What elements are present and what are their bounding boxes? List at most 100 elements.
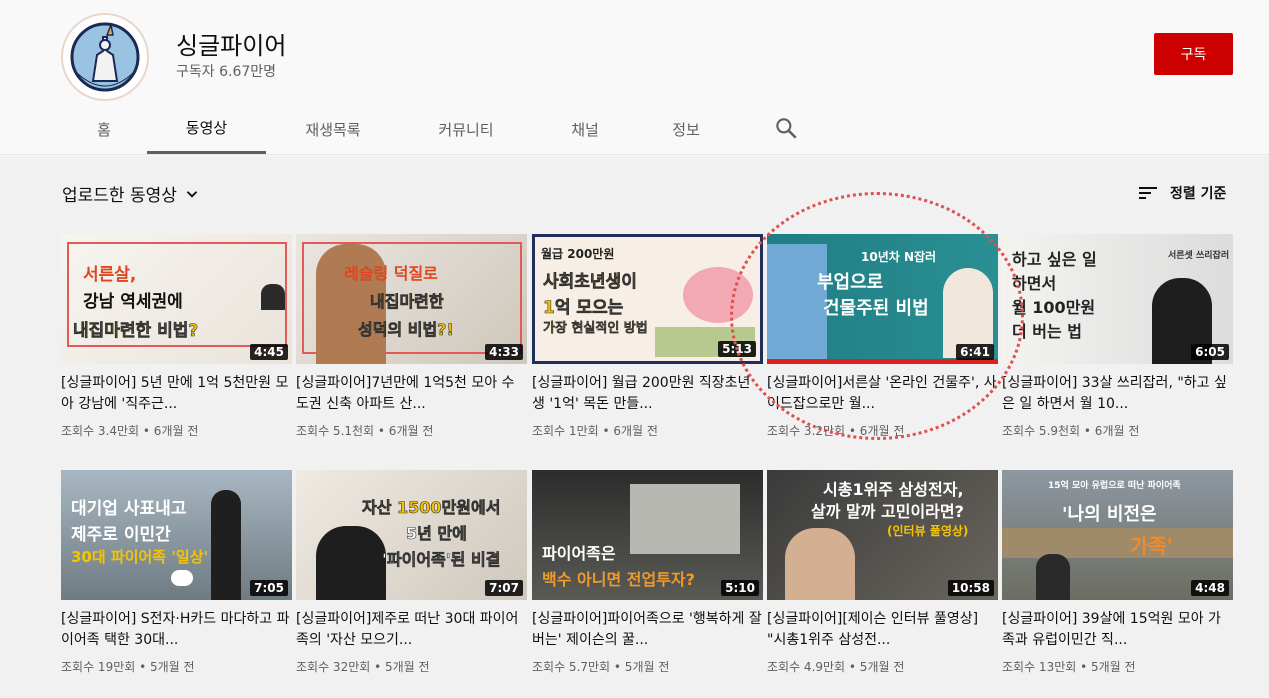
thumbnail-text: 레슬링 덕질로 xyxy=(344,264,438,283)
thumbnail-text: '파이어족'된 비결 xyxy=(382,550,501,570)
video-duration: 7:07 xyxy=(485,580,523,596)
video-thumbnail[interactable]: 15억 모아 유럽으로 떠난 파이어족 '나의 비전은 가족' 4:48 xyxy=(1002,470,1233,600)
video-thumbnail[interactable]: 대기업 사표내고 제주로 이민간 30대 파이어족 '일상' 7:05 xyxy=(61,470,292,600)
section-title: 업로드한 동영상 xyxy=(62,186,177,206)
video-duration: 6:41 xyxy=(956,344,994,360)
thumbnail-text: 내집마련한 xyxy=(370,292,444,312)
thumbnail-text: 15억 모아 유럽으로 떠난 파이어족 xyxy=(1048,481,1181,491)
video-title[interactable]: [싱글파이어]제주로 떠난 30대 파이어족의 '자산 모으기... xyxy=(296,609,527,651)
video-title[interactable]: [싱글파이어] 39살에 15억원 모아 가족과 유럽이민간 직... xyxy=(1002,609,1233,651)
video-title[interactable]: [싱글파이어]파이어족으로 '행복하게 잘 버는' 제이슨의 꿀... xyxy=(532,609,763,651)
search-icon[interactable] xyxy=(773,115,799,141)
video-meta: 조회수 19만회 • 5개월 전 xyxy=(61,660,195,674)
tab-playlists[interactable]: 재생목록 xyxy=(289,104,377,154)
single-fire-logo xyxy=(65,17,145,97)
uploads-dropdown[interactable]: 업로드한 동영상 xyxy=(62,181,201,206)
video-card[interactable]: 대기업 사표내고 제주로 이민간 30대 파이어족 '일상' 7:05 [싱글파… xyxy=(61,470,292,675)
video-title[interactable]: [싱글파이어][제이슨 인터뷰 풀영상] "시총1위주 삼성전... xyxy=(767,609,998,651)
video-title[interactable]: [싱글파이어] 33살 쓰리잡러, "하고 싶은 일 하면서 월 10... xyxy=(1002,373,1233,415)
thumbnail-text: 백수 아니면 전업투자? xyxy=(542,570,695,589)
video-card[interactable]: 월급 200만원 사회초년생이 1억 모으는 가장 현실적인 방법 5:13 [… xyxy=(532,234,763,439)
channel-tabs: 홈 동영상 재생목록 커뮤니티 채널 정보 xyxy=(0,104,1269,154)
video-duration: 5:10 xyxy=(721,580,759,596)
video-title[interactable]: [싱글파이어]서른살 '온라인 건물주', 사이드잡으로만 월... xyxy=(767,373,998,415)
video-thumbnail[interactable]: 시총1위주 삼성전자, 살까 말까 고민이라면? (인터뷰 풀영상) 10:58 xyxy=(767,470,998,600)
video-meta: 조회수 1만회 • 6개월 전 xyxy=(532,424,658,438)
video-card[interactable]: 15억 모아 유럽으로 떠난 파이어족 '나의 비전은 가족' 4:48 [싱글… xyxy=(1002,470,1233,675)
thumbnail-text: 1억 모으는 xyxy=(543,298,624,319)
video-thumbnail[interactable]: 서른살, 강남 역세권에 내집마련한 비법? 4:45 xyxy=(61,234,292,364)
video-meta: 조회수 13만회 • 5개월 전 xyxy=(1002,660,1136,674)
video-thumbnail[interactable]: 월급 200만원 사회초년생이 1억 모으는 가장 현실적인 방법 5:13 xyxy=(532,234,763,364)
channel-avatar[interactable] xyxy=(61,13,149,101)
channel-name: 싱글파이어 xyxy=(176,32,287,60)
video-meta: 조회수 4.9만회 • 5개월 전 xyxy=(767,660,905,674)
video-meta: 조회수 32만회 • 5개월 전 xyxy=(296,660,430,674)
thumbnail-text: 사회초년생이 xyxy=(543,272,637,293)
thumbnail-text: 성덕의 비법?! xyxy=(358,320,454,340)
tab-channels[interactable]: 채널 xyxy=(556,104,614,154)
video-title[interactable]: [싱글파이어] 월급 200만원 직장초년생 '1억' 목돈 만들... xyxy=(532,373,763,415)
video-duration: 6:05 xyxy=(1191,344,1229,360)
thumbnail-text: 서른셋 쓰리잡러 xyxy=(1168,251,1230,261)
video-duration: 7:05 xyxy=(250,580,288,596)
video-card[interactable]: 하고 싶은 일 하면서 월 100만원 더 버는 법 서른셋 쓰리잡러 6:05… xyxy=(1002,234,1233,439)
video-card[interactable]: 레슬링 덕질로 내집마련한 성덕의 비법?! 4:33 [싱글파이어]7년만에 … xyxy=(296,234,527,439)
sort-button[interactable]: 정렬 기준 xyxy=(1136,181,1226,205)
thumbnail-text: (인터뷰 풀영상) xyxy=(887,524,969,538)
video-title[interactable]: [싱글파이어]7년만에 1억5천 모아 수도권 신축 아파트 산... xyxy=(296,373,527,415)
sort-label: 정렬 기준 xyxy=(1170,186,1227,202)
thumbnail-text: 대기업 사표내고 xyxy=(71,499,187,519)
video-card[interactable]: 파이어족은 백수 아니면 전업투자? 5:10 [싱글파이어]파이어족으로 '행… xyxy=(532,470,763,675)
video-duration: 4:33 xyxy=(485,344,523,360)
video-thumbnail[interactable]: 자산 1500만원에서 5년 만에 '파이어족'된 비결 7:07 xyxy=(296,470,527,600)
video-title[interactable]: [싱글파이어] S전자·H카드 마다하고 파이어족 택한 30대... xyxy=(61,609,292,651)
video-duration: 10:58 xyxy=(947,580,994,596)
video-duration: 5:13 xyxy=(718,341,756,357)
thumbnail-text: 가족' xyxy=(1130,534,1173,558)
tab-videos[interactable]: 동영상 xyxy=(147,104,266,154)
video-meta: 조회수 5.1천회 • 6개월 전 xyxy=(296,424,434,438)
video-card[interactable]: 서른살, 강남 역세권에 내집마련한 비법? 4:45 [싱글파이어] 5년 만… xyxy=(61,234,292,439)
thumbnail-text: 5년 만에 xyxy=(406,524,467,544)
thumbnail-text: 하면서 xyxy=(1012,274,1057,293)
thumbnail-text: 30대 파이어족 '일상' xyxy=(71,548,209,566)
thumbnail-text: 시총1위주 삼성전자, xyxy=(823,480,964,499)
video-thumbnail[interactable]: 하고 싶은 일 하면서 월 100만원 더 버는 법 서른셋 쓰리잡러 6:05 xyxy=(1002,234,1233,364)
video-duration: 4:45 xyxy=(250,344,288,360)
thumbnail-text: 강남 역세권에 xyxy=(83,292,183,312)
video-duration: 4:48 xyxy=(1191,580,1229,596)
video-meta: 조회수 3.2만회 • 6개월 전 xyxy=(767,424,905,438)
video-thumbnail[interactable]: 10년차 N잡러 부업으로 건물주된 비법 6:41 xyxy=(767,234,998,364)
video-meta: 조회수 5.7만회 • 5개월 전 xyxy=(532,660,670,674)
thumbnail-text: 살까 말까 고민이라면? xyxy=(811,502,964,521)
thumbnail-text: 월 100만원 xyxy=(1012,298,1096,317)
video-title[interactable]: [싱글파이어] 5년 만에 1억 5천만원 모아 강남에 '직주근... xyxy=(61,373,292,415)
video-meta: 조회수 5.9천회 • 6개월 전 xyxy=(1002,424,1140,438)
thumbnail-text: 가장 현실적인 방법 xyxy=(543,321,648,336)
tab-home[interactable]: 홈 xyxy=(86,104,122,154)
video-meta: 조회수 3.4만회 • 6개월 전 xyxy=(61,424,199,438)
video-card[interactable]: 10년차 N잡러 부업으로 건물주된 비법 6:41 [싱글파이어]서른살 '온… xyxy=(767,234,998,439)
video-thumbnail[interactable]: 레슬링 덕질로 내집마련한 성덕의 비법?! 4:33 xyxy=(296,234,527,364)
thumbnail-text: 10년차 N잡러 xyxy=(861,250,937,264)
thumbnail-text: 제주로 이민간 xyxy=(71,525,171,545)
thumbnail-text: 월급 200만원 xyxy=(541,247,615,261)
thumbnail-text: 파이어족은 xyxy=(542,544,616,563)
tab-about[interactable]: 정보 xyxy=(658,104,714,154)
video-card[interactable]: 자산 1500만원에서 5년 만에 '파이어족'된 비결 7:07 [싱글파이어… xyxy=(296,470,527,675)
thumbnail-text: 부업으로 xyxy=(817,272,884,293)
thumbnail-text: 서른살, xyxy=(83,265,137,285)
thumbnail-text: 자산 1500만원에서 xyxy=(362,498,501,518)
tab-community[interactable]: 커뮤니티 xyxy=(420,104,512,154)
sort-icon xyxy=(1139,187,1157,199)
thumbnail-text: 건물주된 비법 xyxy=(823,298,929,319)
chevron-down-icon xyxy=(186,190,198,198)
thumbnail-text: '나의 비전은 xyxy=(1062,504,1157,525)
thumbnail-text: 더 버는 법 xyxy=(1012,322,1083,341)
thumbnail-text: 하고 싶은 일 xyxy=(1012,250,1097,269)
subscribe-button[interactable]: 구독 xyxy=(1154,33,1233,75)
video-card[interactable]: 시총1위주 삼성전자, 살까 말까 고민이라면? (인터뷰 풀영상) 10:58… xyxy=(767,470,998,675)
thumbnail-text: 내집마련한 비법? xyxy=(73,321,199,342)
video-thumbnail[interactable]: 파이어족은 백수 아니면 전업투자? 5:10 xyxy=(532,470,763,600)
